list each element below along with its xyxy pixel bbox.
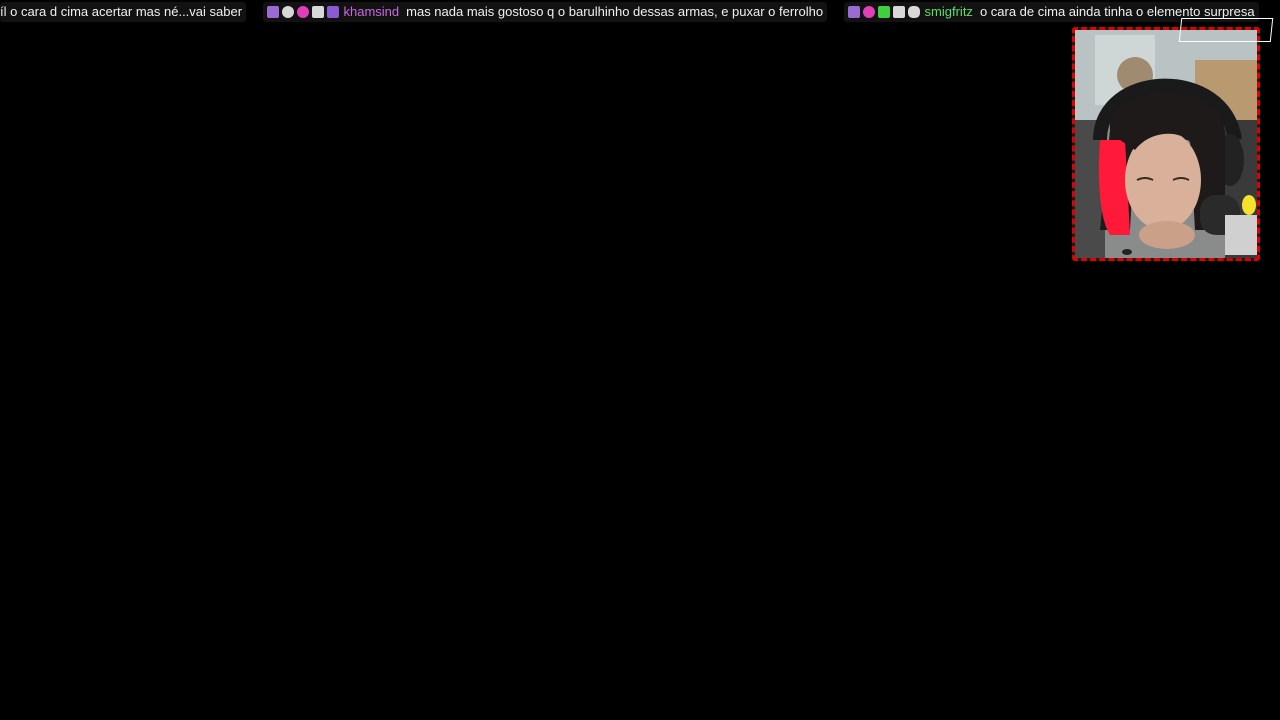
chat-username[interactable]: khamsind — [344, 2, 400, 22]
webcam-label-frame — [1178, 18, 1274, 42]
chat-badges — [847, 6, 920, 18]
person-badge-icon — [892, 6, 905, 18]
chat-message-text: mas nada mais gostoso q o barulhinho des… — [406, 4, 824, 19]
sub-badge-icon — [326, 6, 339, 18]
webcam-feed — [1075, 30, 1257, 258]
heart-badge-icon — [296, 6, 309, 18]
ribbon-badge-icon — [862, 6, 875, 18]
bunny-badge-icon — [907, 6, 920, 18]
chat-message: khamsind mas nada mais gostoso q o barul… — [262, 2, 828, 22]
stream-canvas: íl o cara d cima acertar mas né...vai sa… — [0, 0, 1280, 720]
chat-message-text: íl o cara d cima acertar mas né...vai sa… — [0, 4, 243, 19]
chat-username[interactable]: smigfritz — [925, 2, 973, 22]
person-badge-icon — [311, 6, 324, 18]
chat-badge-icon — [847, 6, 860, 18]
chat-ticker: íl o cara d cima acertar mas né...vai sa… — [0, 2, 1280, 24]
webcam-overlay — [1072, 27, 1260, 261]
chat-message: íl o cara d cima acertar mas né...vai sa… — [0, 2, 247, 22]
chat-badges — [266, 6, 339, 18]
check-badge-icon — [877, 6, 890, 18]
hand-badge-icon — [281, 6, 294, 18]
chat-badge-icon — [266, 6, 279, 18]
